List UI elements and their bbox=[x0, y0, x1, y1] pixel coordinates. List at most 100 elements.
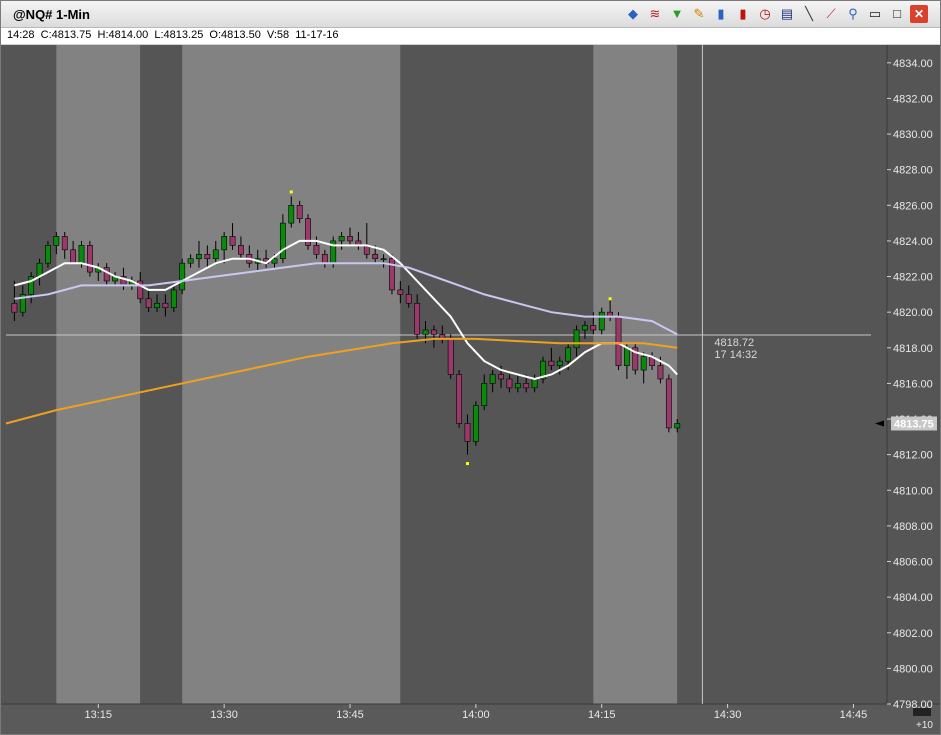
swing-marker bbox=[608, 297, 612, 301]
x-tick-label: 14:45 bbox=[840, 709, 868, 721]
pencil-icon[interactable]: ✎ bbox=[690, 5, 708, 23]
session-band bbox=[56, 45, 141, 704]
crosshair-time-label: 17 14:32 bbox=[714, 349, 757, 361]
candle-body bbox=[103, 267, 110, 282]
candle-body bbox=[154, 302, 160, 309]
candle-body bbox=[145, 298, 152, 309]
scroll-control-icon bbox=[913, 708, 931, 716]
candle-body bbox=[573, 329, 580, 349]
session-band bbox=[6, 45, 57, 704]
candle-body bbox=[674, 423, 681, 429]
candle-body bbox=[582, 325, 588, 331]
session-band bbox=[182, 45, 401, 704]
candle-body bbox=[414, 302, 421, 335]
x-tick-label: 13:15 bbox=[85, 709, 113, 721]
y-tick-label: 4806.00 bbox=[893, 557, 933, 569]
y-tick-label: 4822.00 bbox=[893, 272, 933, 284]
y-tick-label: 4818.00 bbox=[893, 343, 933, 355]
document-icon[interactable]: ▤ bbox=[778, 5, 796, 23]
chart-window: @NQ# 1-Min ◆ ≋ ▼ ✎ ▮ ▮ ◷ ▤ ╲ ⟋ ⚲ ▭ □ ✕ 14:28 C:4813.7… bbox=[0, 0, 941, 735]
candle-body bbox=[590, 325, 597, 331]
price-chart[interactable]: 4798.004800.004802.004804.004806.004808.… bbox=[1, 45, 940, 734]
candle-body bbox=[296, 204, 303, 219]
y-tick-label: 4834.00 bbox=[893, 58, 933, 70]
candle-body bbox=[640, 356, 647, 371]
x-axis-extra-label: +10 bbox=[916, 720, 933, 731]
bar-chart-icon[interactable]: ▮ bbox=[712, 5, 730, 23]
candle-body bbox=[170, 289, 177, 309]
candle-body bbox=[615, 316, 622, 366]
candle-body bbox=[179, 262, 186, 291]
candle-body bbox=[498, 374, 504, 380]
candle-body bbox=[657, 365, 664, 380]
y-tick-label: 4812.00 bbox=[893, 450, 933, 462]
candle-body bbox=[288, 204, 295, 224]
candle-body bbox=[422, 329, 429, 335]
x-tick-label: 13:30 bbox=[210, 709, 238, 721]
x-tick-label: 14:30 bbox=[714, 709, 742, 721]
candle-body bbox=[489, 374, 496, 384]
y-tick-label: 4810.00 bbox=[893, 485, 933, 497]
rainbow-icon[interactable]: ≋ bbox=[646, 5, 664, 23]
swing-marker bbox=[465, 462, 469, 466]
candle-body bbox=[338, 236, 345, 242]
zigzag-icon[interactable]: ⟋ bbox=[822, 5, 840, 23]
candle-body bbox=[405, 294, 412, 304]
window-title: @NQ# 1-Min bbox=[13, 7, 90, 22]
candle-body bbox=[548, 360, 555, 366]
last-price-label: 4813.75 bbox=[894, 418, 934, 430]
candle-body bbox=[347, 236, 353, 242]
y-tick-label: 4808.00 bbox=[893, 521, 933, 533]
x-tick-label: 13:45 bbox=[336, 709, 364, 721]
candle-body bbox=[456, 374, 462, 424]
candle-body bbox=[187, 258, 194, 264]
candle-body bbox=[238, 245, 244, 255]
y-tick-label: 4804.00 bbox=[893, 592, 933, 604]
candle-icon[interactable]: ▮ bbox=[734, 5, 752, 23]
candle-body bbox=[11, 302, 18, 313]
crosshair-price-label: 4818.72 bbox=[714, 337, 754, 349]
candle-body bbox=[565, 347, 572, 362]
maximize-icon[interactable]: □ bbox=[888, 5, 906, 23]
candle-body bbox=[472, 405, 479, 442]
candle-body bbox=[514, 383, 521, 389]
y-tick-label: 4820.00 bbox=[893, 307, 933, 319]
session-band bbox=[400, 45, 594, 704]
candle-body bbox=[162, 302, 169, 309]
candle-body bbox=[61, 236, 68, 251]
y-tick-label: 4830.00 bbox=[893, 129, 933, 141]
candle-body bbox=[279, 222, 286, 260]
title-bar[interactable]: @NQ# 1-Min ◆ ≋ ▼ ✎ ▮ ▮ ◷ ▤ ╲ ⟋ ⚲ ▭ □ ✕ bbox=[1, 1, 940, 28]
close-icon[interactable]: ✕ bbox=[910, 5, 928, 23]
candle-body bbox=[321, 253, 328, 264]
candle-body bbox=[506, 378, 513, 389]
candle-body bbox=[45, 245, 51, 264]
y-tick-label: 4824.00 bbox=[893, 236, 933, 248]
minimize-icon[interactable]: ▭ bbox=[866, 5, 884, 23]
trendline-icon[interactable]: ╲ bbox=[800, 5, 818, 23]
candle-body bbox=[78, 245, 85, 264]
pin-icon[interactable]: ⚲ bbox=[844, 5, 862, 23]
candle-body bbox=[447, 338, 454, 375]
ohlc-info-bar: 14:28 C:4813.75 H:4814.00 L:4813.25 O:48… bbox=[1, 28, 940, 44]
y-tick-label: 4816.00 bbox=[893, 378, 933, 390]
candle-body bbox=[313, 245, 320, 255]
session-band bbox=[677, 45, 887, 704]
candle-body bbox=[523, 383, 530, 389]
ohlc-info-text: 14:28 C:4813.75 H:4814.00 L:4813.25 O:48… bbox=[7, 29, 339, 41]
candle-body bbox=[271, 258, 278, 264]
candle-body bbox=[196, 253, 202, 260]
data-icon[interactable]: ◆ bbox=[624, 5, 642, 23]
candle-body bbox=[221, 236, 228, 251]
clock-icon[interactable]: ◷ bbox=[756, 5, 774, 23]
candle-body bbox=[623, 347, 630, 366]
funnel-icon[interactable]: ▼ bbox=[668, 5, 686, 23]
y-tick-label: 4802.00 bbox=[893, 628, 933, 640]
candle-body bbox=[87, 245, 93, 273]
session-band bbox=[140, 45, 183, 704]
candle-body bbox=[204, 253, 211, 260]
candle-body bbox=[531, 378, 538, 389]
candle-body bbox=[380, 258, 387, 261]
x-tick-label: 14:15 bbox=[588, 709, 616, 721]
y-tick-label: 4832.00 bbox=[893, 93, 933, 105]
